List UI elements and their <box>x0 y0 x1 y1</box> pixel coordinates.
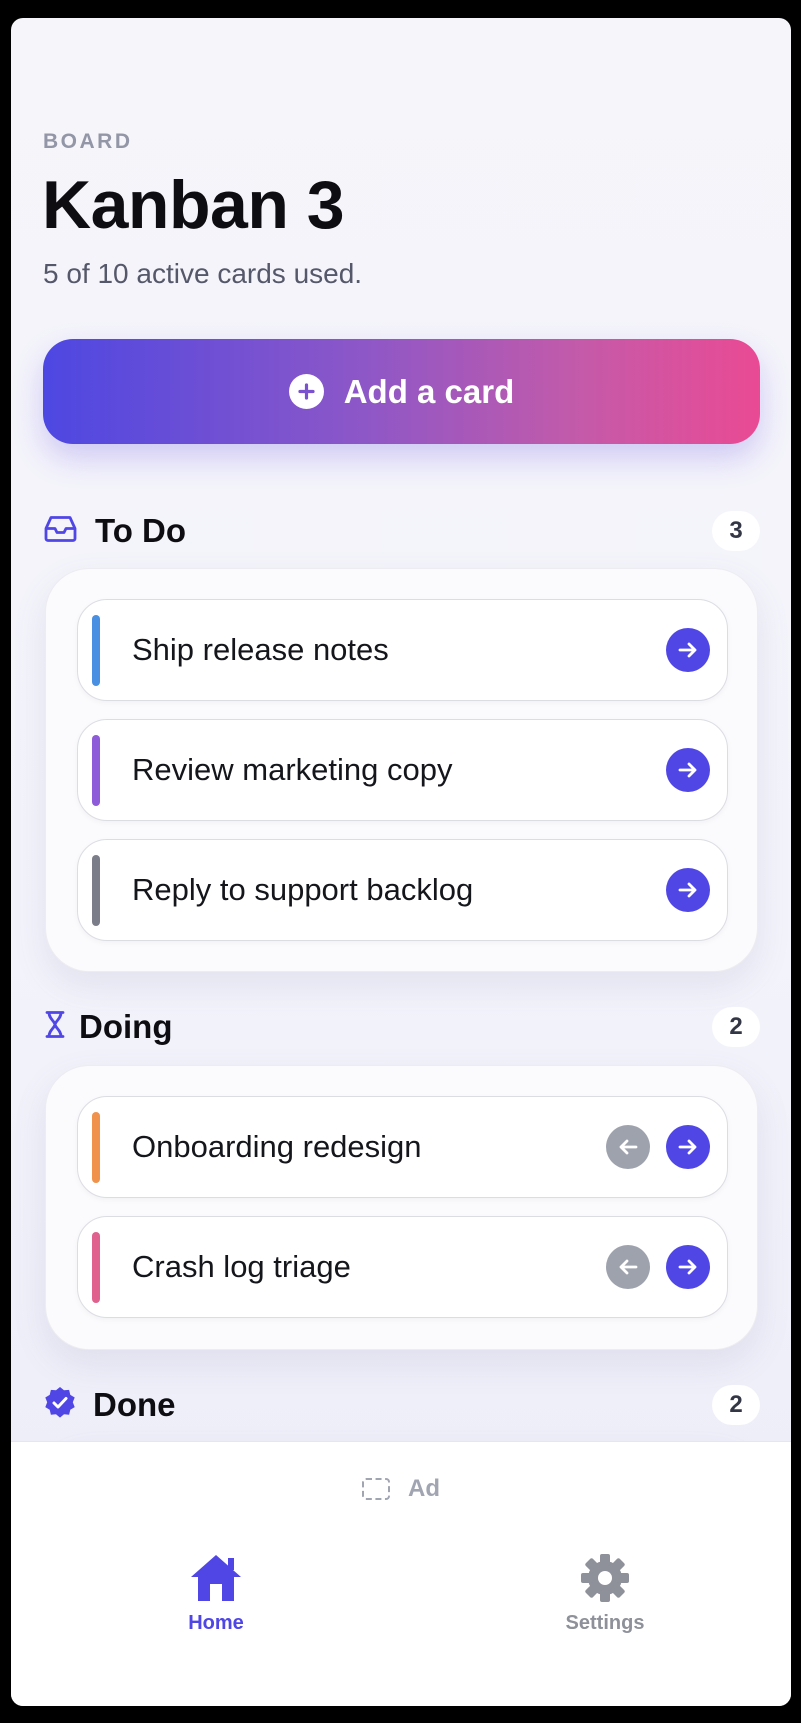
ad-placeholder-icon <box>362 1478 390 1500</box>
arrow-right-icon <box>678 882 697 898</box>
plus-circle-icon <box>288 374 324 409</box>
move-forward-button[interactable] <box>666 868 710 912</box>
ad-label: Ad <box>408 1475 440 1502</box>
arrow-left-icon <box>619 1139 638 1155</box>
move-forward-button[interactable] <box>666 1245 710 1289</box>
card-reply-to-support-backlog[interactable]: Reply to support backlog <box>77 839 728 941</box>
arrow-left-icon <box>619 1259 638 1275</box>
arrow-right-icon <box>678 1139 697 1155</box>
section-header-done: Done 2 <box>43 1383 760 1427</box>
card-title: Reply to support backlog <box>132 872 474 907</box>
tab-settings-label: Settings <box>565 1612 645 1634</box>
arrow-right-icon <box>678 642 697 658</box>
card-color-bar <box>92 735 100 806</box>
move-back-button[interactable] <box>606 1245 650 1289</box>
column-todo: Ship release notes Review marketing copy… <box>45 568 758 972</box>
home-icon <box>191 1555 241 1601</box>
card-review-marketing-copy[interactable]: Review marketing copy <box>77 719 728 821</box>
bottom-bar: Ad Home Settings <box>11 1441 791 1706</box>
column-doing: Onboarding redesign Crash log triage <box>45 1065 758 1350</box>
gear-icon <box>581 1554 629 1602</box>
card-title: Crash log triage <box>132 1249 351 1284</box>
card-color-bar <box>92 615 100 686</box>
section-count-todo: 3 <box>712 511 760 551</box>
move-forward-button[interactable] <box>666 1125 710 1169</box>
arrow-right-icon <box>678 762 697 778</box>
ad-banner[interactable]: Ad <box>11 1464 791 1514</box>
section-count-done: 2 <box>712 1385 760 1425</box>
card-ship-release-notes[interactable]: Ship release notes <box>77 599 728 701</box>
section-title-done: Done <box>93 1386 176 1423</box>
hourglass-icon <box>45 1011 65 1044</box>
usage-subtitle: 5 of 10 active cards used. <box>43 258 363 289</box>
add-card-button[interactable]: Add a card <box>43 339 760 444</box>
section-header-todo: To Do 3 <box>43 509 760 553</box>
section-count-doing: 2 <box>712 1007 760 1047</box>
card-color-bar <box>92 1112 100 1183</box>
card-onboarding-redesign[interactable]: Onboarding redesign <box>77 1096 728 1198</box>
arrow-right-icon <box>678 1259 697 1275</box>
check-badge-icon <box>43 1386 77 1425</box>
tab-home[interactable]: Home <box>136 1552 296 1652</box>
card-title: Onboarding redesign <box>132 1129 422 1164</box>
card-crash-log-triage[interactable]: Crash log triage <box>77 1216 728 1318</box>
board-scroll-area[interactable]: BOARD Kanban 3 5 of 10 active cards used… <box>11 18 791 1441</box>
tab-settings[interactable]: Settings <box>525 1552 685 1652</box>
app-screen: BOARD Kanban 3 5 of 10 active cards used… <box>11 18 791 1706</box>
card-color-bar <box>92 855 100 926</box>
card-color-bar <box>92 1232 100 1303</box>
card-title: Ship release notes <box>132 632 389 667</box>
section-header-doing: Doing 2 <box>43 1005 760 1049</box>
section-title-doing: Doing <box>79 1008 173 1045</box>
add-card-label: Add a card <box>343 372 515 410</box>
page-title: Kanban 3 <box>42 167 345 243</box>
move-back-button[interactable] <box>606 1125 650 1169</box>
card-title: Review marketing copy <box>132 752 453 787</box>
move-forward-button[interactable] <box>666 748 710 792</box>
section-title-todo: To Do <box>95 512 187 549</box>
tab-home-label: Home <box>188 1612 244 1634</box>
move-forward-button[interactable] <box>666 628 710 672</box>
board-eyebrow: BOARD <box>43 130 133 153</box>
tray-icon <box>43 514 78 549</box>
